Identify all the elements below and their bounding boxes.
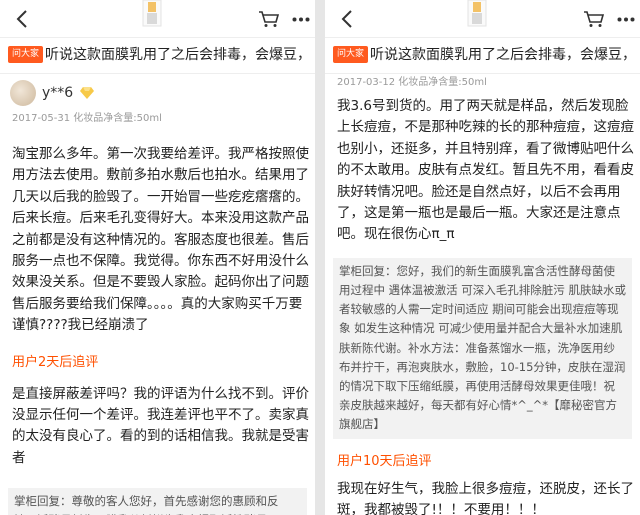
- back-icon[interactable]: [14, 8, 32, 30]
- review-meta: 2017-05-31 化妆品净含量:50ml: [12, 113, 162, 124]
- product-thumbnail-icon[interactable]: [141, 0, 163, 28]
- cart-icon[interactable]: [583, 10, 605, 28]
- review-screen-right: 问大家 听说这款面膜乳用了之后会排毒，会爆豆， 2017-03-12 化妆品净含…: [325, 0, 640, 515]
- diamond-icon: [80, 87, 94, 99]
- ask-everyone-tag: 问大家: [333, 46, 369, 63]
- ask-everyone-banner[interactable]: 问大家 听说这款面膜乳用了之后会排毒，会爆豆，: [325, 38, 640, 74]
- panel-divider: [315, 0, 325, 515]
- ask-everyone-banner[interactable]: 问大家 听说这款面膜乳用了之后会排毒，会爆豆，: [0, 38, 315, 74]
- followup-text: 我现在好生气，我脸上很多痘痘，还脱皮，还长了斑，我都被毁了!！！不要用！！！: [337, 480, 634, 515]
- avatar[interactable]: [10, 80, 36, 106]
- review-text: 淘宝那么多年。第一次我要给差评。我严格按照使用方法去使用。敷前多拍水敷后也拍水。…: [12, 146, 309, 334]
- back-icon[interactable]: [339, 8, 357, 30]
- review-text: 我3.6号到货的。用了两天就是样品，然后发现脸上长痘痘，不是那种吃辣的长的那种痘…: [337, 98, 634, 243]
- cart-icon[interactable]: [258, 10, 280, 28]
- ask-everyone-tag: 问大家: [8, 46, 44, 63]
- more-icon[interactable]: [292, 17, 310, 22]
- top-nav-bar: [0, 0, 315, 38]
- product-thumbnail-icon[interactable]: [466, 0, 488, 28]
- more-icon[interactable]: [617, 17, 635, 22]
- username: y**6: [42, 85, 74, 101]
- followup-text: 是直接屏蔽差评吗？我的评语为什么找不到。评价没显示任何一个差评。我连差评也平不了…: [12, 385, 309, 466]
- followup-title: 用户10天后追评: [337, 453, 432, 469]
- banner-question: 听说这款面膜乳用了之后会排毒，会爆豆，: [45, 47, 311, 63]
- followup-title: 用户2天后追评: [12, 354, 99, 370]
- banner-question: 听说这款面膜乳用了之后会排毒，会爆豆，: [370, 47, 636, 63]
- seller-reply: 掌柜回复：您好，我们的新生面膜乳富含活性酵母菌使用过程中 遇体温被激活 可深入毛…: [333, 257, 632, 439]
- top-nav-bar: [325, 0, 640, 38]
- review-screen-left: 问大家 听说这款面膜乳用了之后会排毒，会爆豆， y**6 2017-05-31 …: [0, 0, 315, 515]
- seller-reply: 掌柜回复：尊敬的客人您好，首先感谢您的惠顾和反馈！活酵母新生面膜乳从新鲜牛乳中提…: [8, 488, 307, 515]
- review-meta: 2017-03-12 化妆品净含量:50ml: [337, 77, 487, 88]
- reviewer-header: y**6: [0, 74, 315, 108]
